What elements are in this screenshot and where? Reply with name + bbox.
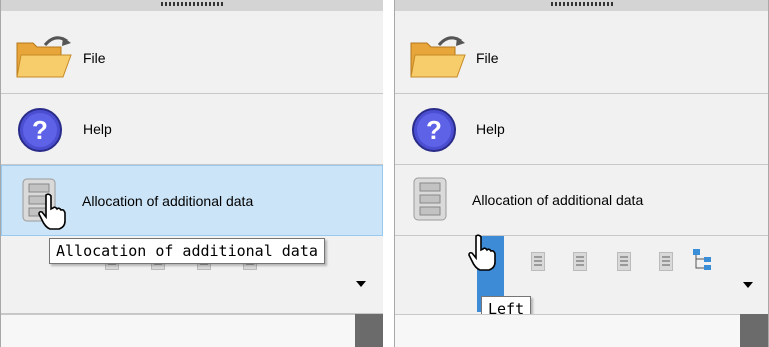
allocation-button[interactable]: Allocation of additional data: [395, 165, 768, 236]
file-label: File: [83, 50, 106, 66]
format-toolbar: [395, 236, 768, 315]
panel-grip[interactable]: [395, 0, 768, 11]
file-button[interactable]: File: [1, 23, 383, 94]
allocation-label: Allocation of additional data: [472, 192, 644, 208]
allocation-label: Allocation of additional data: [82, 192, 254, 209]
file-button[interactable]: File: [395, 23, 768, 94]
panel-gap: [383, 0, 394, 347]
panel-grip[interactable]: [1, 0, 383, 11]
help-label: Help: [83, 121, 112, 137]
status-bar: [1, 314, 383, 347]
grip-dots: [161, 2, 223, 6]
tooltip: Allocation of additional data: [49, 238, 325, 264]
resize-square[interactable]: [740, 314, 768, 347]
right-panel: File ? Help Allocation of additional dat…: [394, 0, 769, 347]
folder-icon: [410, 36, 466, 78]
help-label: Help: [476, 121, 505, 137]
hand-cursor-icon: [468, 234, 496, 271]
align-block-icon[interactable]: [659, 252, 673, 271]
toolbar-dropdown-caret[interactable]: [743, 282, 753, 288]
status-bar: [395, 314, 768, 347]
toolbar-dropdown-caret[interactable]: [356, 281, 366, 287]
help-icon: ?: [18, 108, 62, 152]
grip-dots: [550, 2, 613, 6]
help-icon: ?: [412, 108, 456, 152]
svg-text:?: ?: [426, 115, 442, 145]
left-panel: File ? Help Allocation of additional dat…: [0, 0, 384, 347]
align-justify-icon[interactable]: [617, 252, 631, 271]
svg-text:?: ?: [32, 115, 48, 145]
folder-icon: [16, 36, 72, 78]
align-center-icon[interactable]: [531, 252, 545, 271]
help-button[interactable]: ? Help: [395, 94, 768, 165]
help-button[interactable]: ? Help: [1, 94, 383, 165]
tree-structure-icon[interactable]: [692, 248, 714, 272]
resize-square[interactable]: [355, 314, 383, 347]
align-right-icon[interactable]: [573, 252, 587, 271]
hand-cursor-icon: [38, 193, 66, 230]
data-allocation-icon: [413, 177, 447, 221]
file-label: File: [476, 50, 499, 66]
